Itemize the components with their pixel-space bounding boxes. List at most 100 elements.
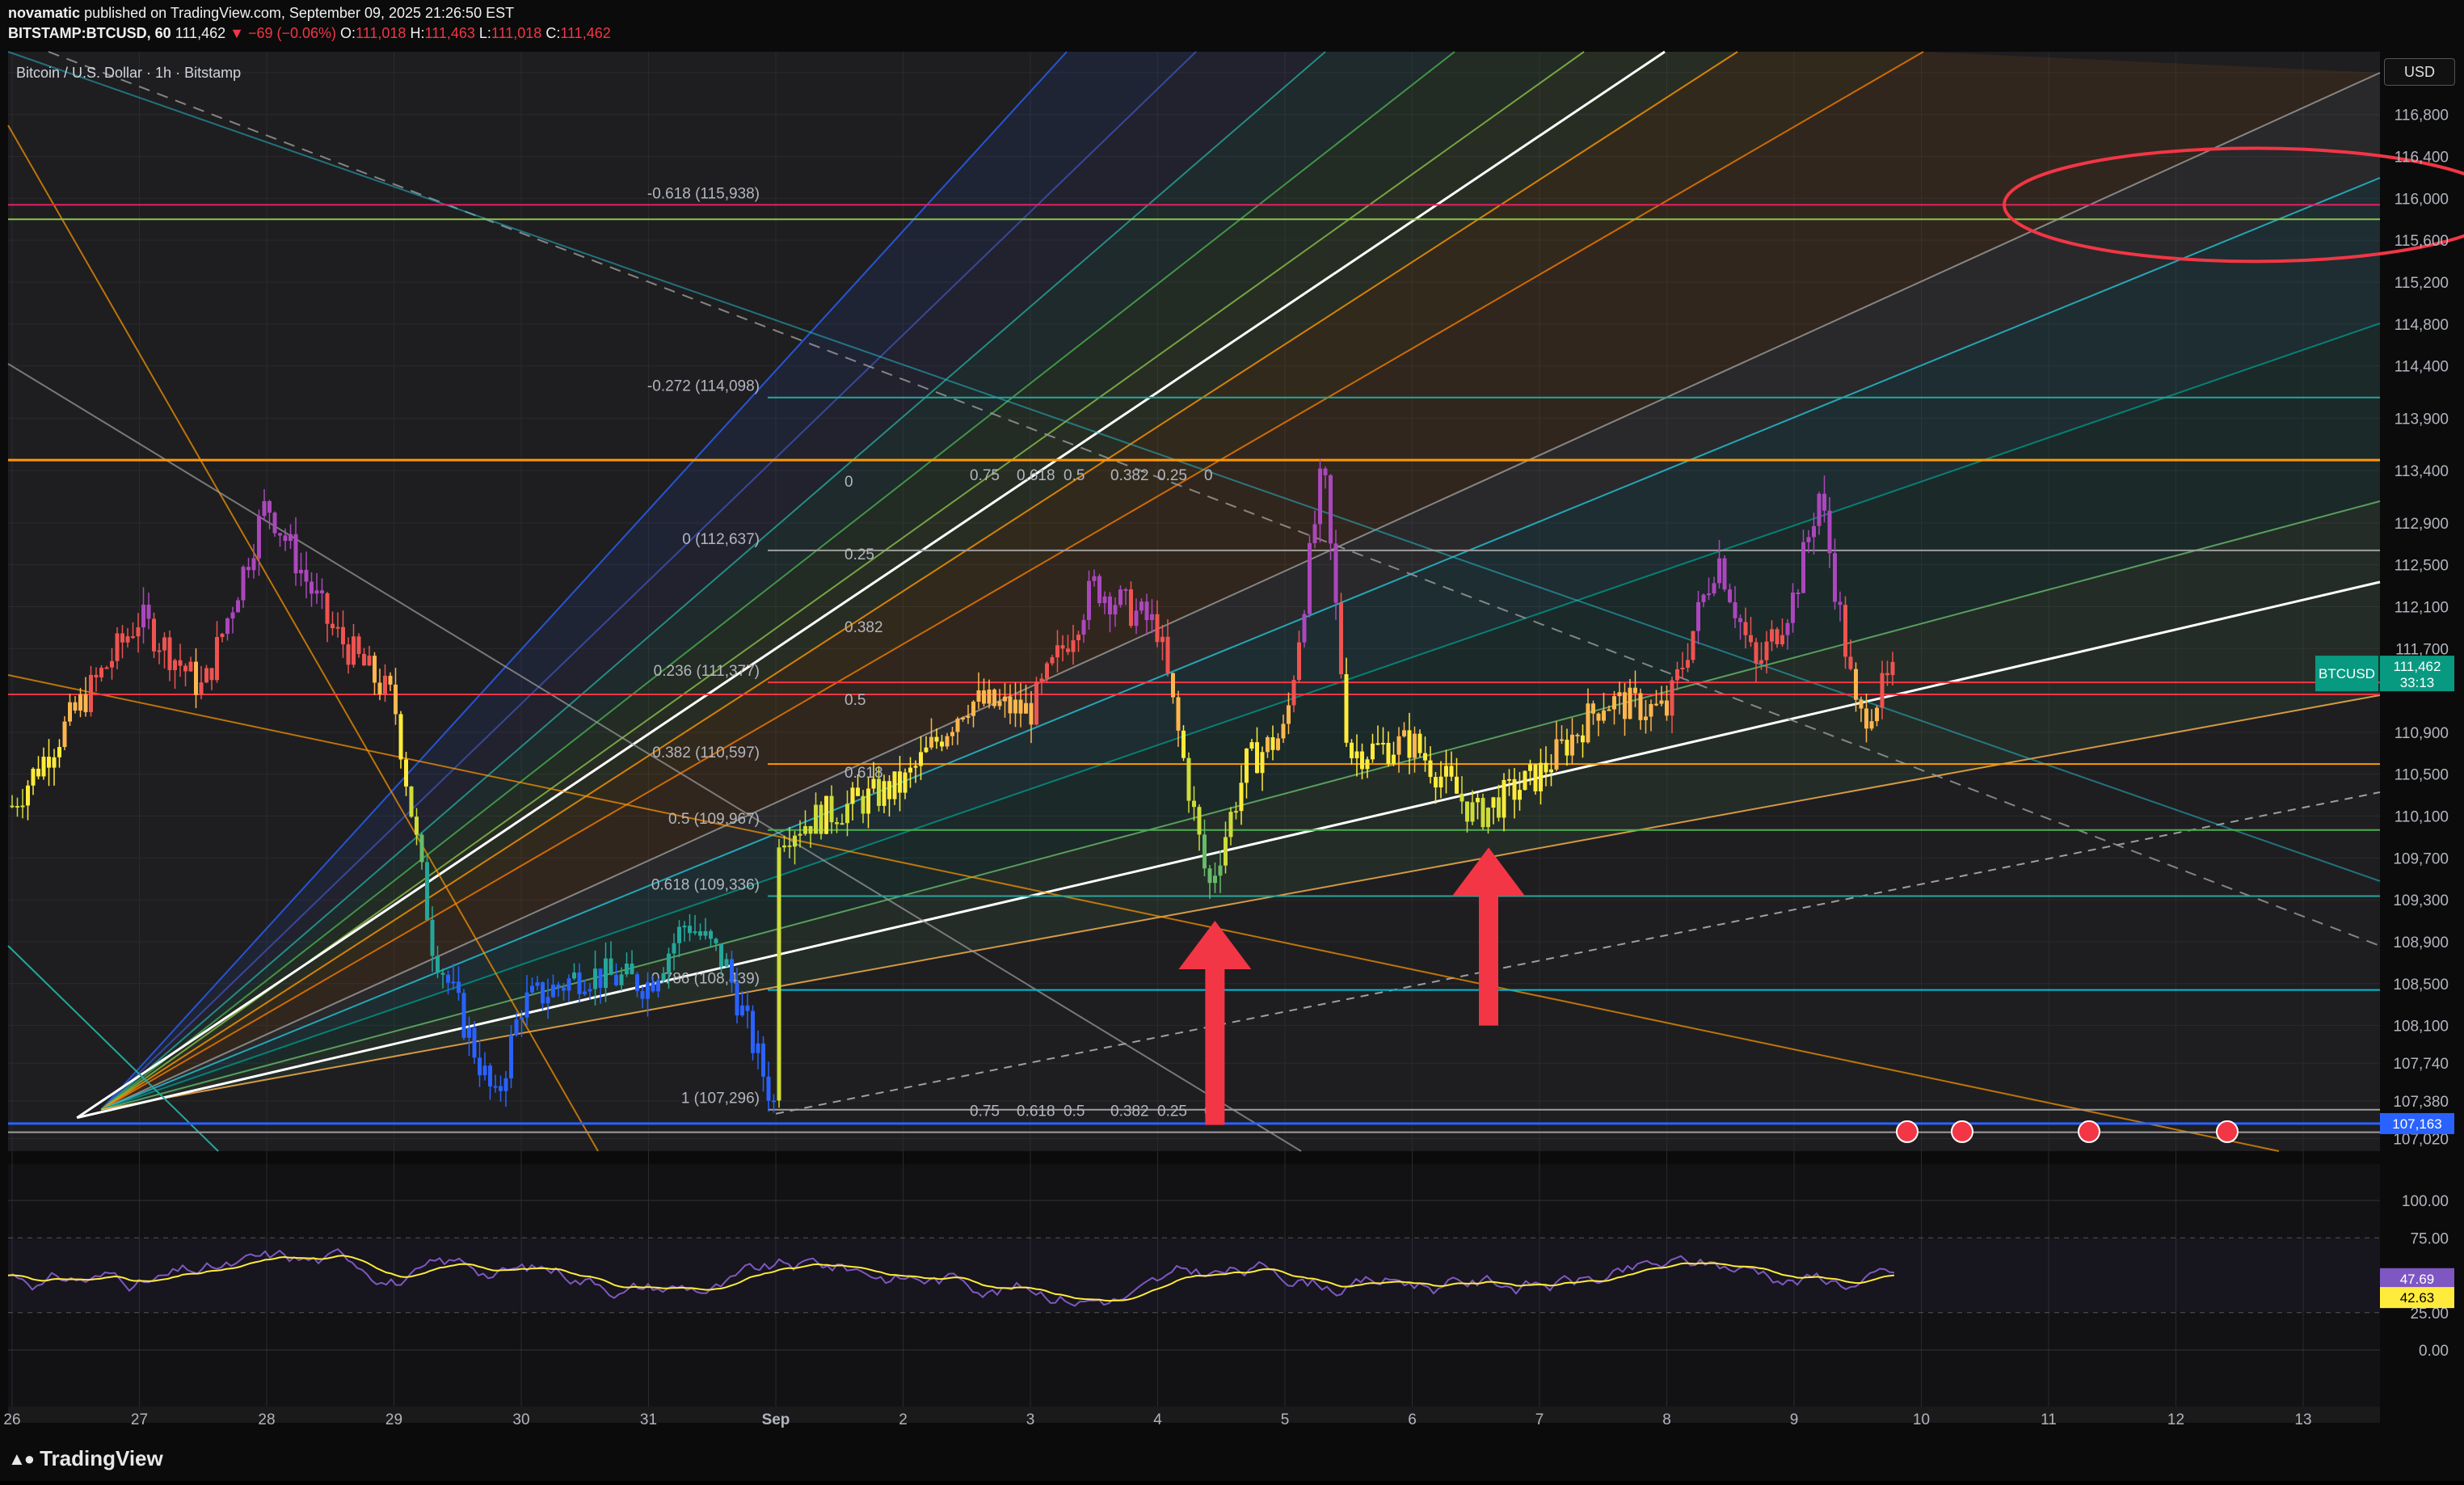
candle-body [782, 845, 786, 848]
high-value: 111,463 [424, 25, 475, 41]
candle-body [110, 660, 114, 668]
candle-body [398, 714, 403, 760]
time-axis-label: 5 [1281, 1411, 1290, 1428]
candle-body [934, 736, 939, 742]
candle-body [26, 785, 30, 806]
candle-body [409, 786, 414, 817]
candle-body [1848, 656, 1853, 669]
candle-body [1665, 700, 1669, 716]
rsi-ma-value: 42.63 [2400, 1290, 2435, 1306]
candle-body [1081, 619, 1086, 635]
candle-body [987, 690, 992, 704]
candle-body [1817, 493, 1822, 526]
ohlc-header: BITSTAMP:BTCUSD, 60 111,462 ▼ −69 (−0.06… [8, 25, 611, 42]
chart-svg[interactable]: -0.618 (115,938) -0.272 (114,098) 0 (112,6… [0, 0, 2464, 1481]
candle-body [1722, 558, 1727, 590]
candle-body [1864, 708, 1868, 729]
candle-body [598, 968, 603, 989]
price-axis-label: 113,900 [2395, 411, 2449, 428]
candle-body [803, 825, 807, 834]
candle-body [735, 982, 739, 1016]
candle-body [1764, 641, 1769, 660]
candle-body [1649, 703, 1653, 717]
candle-body [1785, 622, 1790, 635]
time-axis-label: 13 [2294, 1411, 2311, 1428]
candle-body [246, 567, 251, 571]
time-axis-label: 10 [1913, 1411, 1930, 1428]
candle-body [1060, 645, 1065, 649]
rsi-axis-label: 100.00 [2402, 1193, 2449, 1210]
candle-body [997, 701, 1002, 707]
candle-body [1329, 475, 1333, 544]
candle-body [693, 931, 697, 934]
candle-body [583, 991, 587, 994]
candle-body [1245, 749, 1249, 783]
candle-body [1160, 636, 1165, 643]
candle-body [1239, 783, 1244, 812]
candle-body [961, 717, 965, 719]
fib-level-label: 1 (107,296) [681, 1091, 760, 1107]
fib-level-label: 0.236 (111,377) [654, 663, 760, 680]
low-value: 111,018 [491, 25, 542, 41]
candle-body [545, 997, 550, 1004]
candle-body [1775, 629, 1780, 645]
candle-body [1176, 697, 1181, 731]
rsi-axis-label: 0.00 [2419, 1343, 2449, 1360]
candle-body [194, 661, 198, 695]
candle-body [829, 795, 834, 823]
candle-body [415, 816, 419, 835]
time-axis-label: 3 [1026, 1411, 1035, 1428]
fan-label: 0.382 [1110, 467, 1149, 484]
candle-body [1323, 468, 1328, 475]
candle-body [1123, 589, 1128, 591]
candle-body [52, 757, 57, 768]
time-axis-label: 2 [899, 1411, 908, 1428]
candle-body [78, 694, 82, 711]
candle-body [262, 500, 267, 517]
currency-selector[interactable]: USD [2384, 58, 2455, 86]
candle-body [1281, 724, 1286, 739]
publisher-name[interactable]: novamatic [8, 5, 80, 21]
open-label: O: [340, 25, 356, 41]
candle-body [104, 667, 109, 669]
candle-body [1260, 752, 1265, 774]
candle-body [1617, 692, 1622, 697]
candle-body [703, 930, 708, 936]
candle-body [719, 943, 723, 967]
candle-body [1050, 657, 1055, 664]
fan-label: 0.5 [1064, 1103, 1085, 1120]
candle-body [1754, 642, 1758, 664]
candle-body [1055, 645, 1059, 658]
time-axis-label: 4 [1153, 1411, 1162, 1428]
candle-body [461, 993, 466, 1038]
fan-label: 0.25 [844, 546, 874, 563]
candle-body [325, 593, 330, 624]
candle-body [1207, 868, 1212, 884]
chart-area[interactable]: -0.618 (115,938) -0.272 (114,098) 0 (112,6… [0, 0, 2464, 1485]
candle-body [1150, 614, 1154, 621]
candle-body [1139, 601, 1144, 611]
candle-body [1628, 687, 1632, 719]
candle-body [1144, 601, 1149, 621]
candle-body [1449, 766, 1454, 777]
candle-body [861, 795, 866, 814]
candle-body [672, 943, 676, 954]
candle-body [1733, 601, 1737, 618]
candle-body [1003, 696, 1007, 702]
candle-body [892, 771, 897, 799]
candle-body [373, 656, 377, 683]
tradingview-logo[interactable]: ▲● TradingView [8, 1446, 163, 1471]
candle-body [1812, 525, 1816, 538]
candle-body [929, 736, 933, 748]
candle-body [1045, 663, 1049, 679]
candle-body [1192, 800, 1196, 808]
candle-body [1249, 742, 1254, 749]
candle-body [982, 690, 986, 704]
price-axis-label: 115,200 [2395, 275, 2449, 292]
candle-body [1565, 740, 1569, 756]
candle-body [1360, 751, 1364, 770]
candle-body [682, 926, 687, 928]
candle-body [593, 968, 597, 989]
rsi-band [8, 1238, 2380, 1313]
candle-body [1371, 743, 1375, 760]
